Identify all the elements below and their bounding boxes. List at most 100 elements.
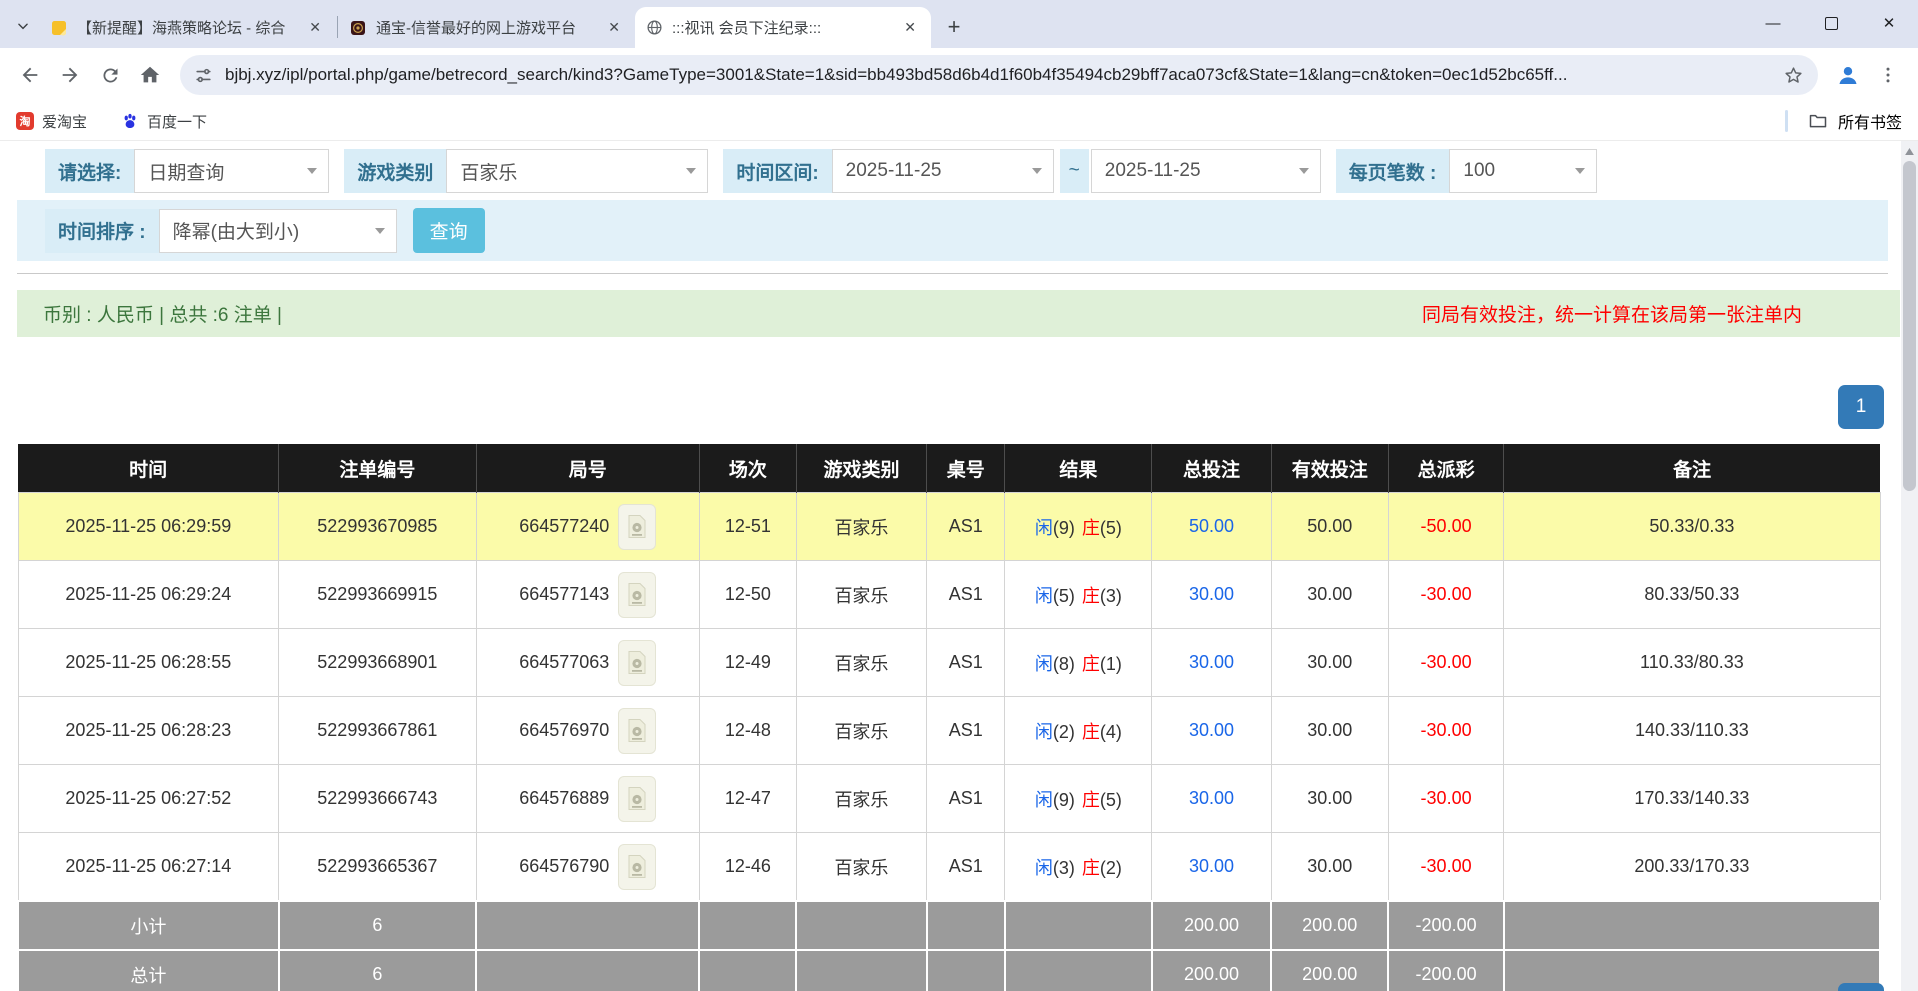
page-1-button[interactable]: 1 <box>1838 385 1884 429</box>
url-text: bjbj.xyz/ipl/portal.php/game/betrecord_s… <box>225 65 1773 85</box>
total-total-bet: 200.00 <box>1152 950 1271 991</box>
scrollbar-thumb[interactable] <box>1903 161 1916 491</box>
tab-tongbao[interactable]: 通宝-信誉最好的网上游戏平台 ✕ <box>339 7 635 48</box>
game-type-cell: 百家乐 <box>796 697 926 765</box>
home-button[interactable] <box>130 55 170 95</box>
subtotal-label: 小计 <box>18 901 279 950</box>
dropdown-arrow-icon <box>307 168 317 174</box>
table-no-cell: AS1 <box>927 561 1005 629</box>
bet-time-cell: 2025-11-25 06:28:55 <box>18 629 279 697</box>
query-type-select[interactable]: 日期查询 <box>134 149 329 193</box>
round-id-value: 664576790 <box>519 856 609 877</box>
tab-close-icon[interactable]: ✕ <box>603 18 625 37</box>
search-button[interactable]: 查询 <box>413 208 485 253</box>
currency-summary: 币别 : 人民币 | 总共 :6 注单 | <box>43 300 282 327</box>
all-bookmarks[interactable]: 所有书签 <box>1785 109 1902 133</box>
col-table-no: 桌号 <box>927 444 1005 493</box>
result-cell: 闲(9)庄(5) <box>1005 493 1152 561</box>
reload-button[interactable] <box>90 55 130 95</box>
per-page-value: 100 <box>1463 160 1495 182</box>
address-bar[interactable]: bjbj.xyz/ipl/portal.php/game/betrecord_s… <box>180 55 1818 95</box>
bookmark-taobao[interactable]: 淘 爱淘宝 <box>16 111 87 132</box>
bookmark-baidu[interactable]: 百度一下 <box>121 111 207 132</box>
table-row: 2025-11-25 06:28:23 522993667861 6645769… <box>18 697 1880 765</box>
forward-button[interactable] <box>50 55 90 95</box>
bet-time-cell: 2025-11-25 06:29:59 <box>18 493 279 561</box>
toolbar-right <box>1828 55 1908 95</box>
video-replay-icon[interactable] <box>618 776 656 822</box>
sort-group: 时间排序 : 降幂(由大到小) <box>45 209 397 253</box>
video-replay-icon[interactable] <box>618 708 656 754</box>
subtotal-valid-bet: 200.00 <box>1271 901 1388 950</box>
round-id-cell: 664577143 <box>476 561 699 629</box>
tab-title: :::视讯 会员下注纪录::: <box>672 17 890 38</box>
tab-forum[interactable]: 【新提醒】海燕策略论坛 - 综合 ✕ <box>40 7 336 48</box>
session-cell: 12-46 <box>699 833 796 902</box>
result-player: 闲 <box>1035 858 1053 878</box>
date-to-select[interactable]: 2025-11-25 <box>1091 149 1321 193</box>
valid-bet-cell: 30.00 <box>1271 629 1388 697</box>
tab-search-button[interactable] <box>6 6 40 46</box>
bet-id-cell: 522993667861 <box>279 697 476 765</box>
date-range-tilde: ~ <box>1060 149 1089 193</box>
maximize-button[interactable] <box>1802 0 1860 46</box>
total-bet-cell: 30.00 <box>1152 765 1271 833</box>
minimize-button[interactable]: — <box>1744 0 1802 46</box>
result-banker-score: (4) <box>1100 722 1122 742</box>
result-player: 闲 <box>1035 790 1053 810</box>
tab-title: 【新提醒】海燕策略论坛 - 综合 <box>77 17 295 38</box>
total-row: 总计 6 200.00 200.00 -200.00 <box>18 950 1880 991</box>
col-time: 时间 <box>18 444 279 493</box>
bookmarks-bar: 淘 爱淘宝 百度一下 所有书签 <box>0 102 1918 141</box>
col-valid-bet: 有效投注 <box>1271 444 1388 493</box>
scrollbar-up-arrow-icon[interactable] <box>1901 144 1918 158</box>
game-type-group: 游戏类别 百家乐 <box>344 149 708 193</box>
remark-cell: 80.33/50.33 <box>1504 561 1880 629</box>
result-cell: 闲(2)庄(4) <box>1005 697 1152 765</box>
game-type-value: 百家乐 <box>460 158 517 185</box>
bookmark-star-icon[interactable] <box>1783 65 1804 86</box>
back-button[interactable] <box>10 55 50 95</box>
round-id-value: 664577063 <box>519 652 609 673</box>
close-window-button[interactable]: ✕ <box>1860 0 1918 46</box>
query-type-group: 请选择: 日期查询 <box>45 149 329 193</box>
round-id-value: 664576889 <box>519 788 609 809</box>
tab-close-icon[interactable]: ✕ <box>899 18 921 37</box>
browser-menu-button[interactable] <box>1868 55 1908 95</box>
sort-label: 时间排序 : <box>45 209 159 253</box>
video-replay-icon[interactable] <box>618 572 656 618</box>
bet-table-body: 2025-11-25 06:29:59 522993670985 6645772… <box>18 493 1880 902</box>
profile-avatar[interactable] <box>1828 55 1868 95</box>
tab-close-icon[interactable]: ✕ <box>304 18 326 37</box>
round-id-cell: 664576790 <box>476 833 699 902</box>
video-replay-icon[interactable] <box>618 640 656 686</box>
tab-bet-records-active[interactable]: :::视讯 会员下注纪录::: ✕ <box>635 7 931 48</box>
globe-favicon-icon <box>645 19 663 37</box>
valid-bet-cell: 50.00 <box>1271 493 1388 561</box>
video-replay-icon[interactable] <box>618 504 656 550</box>
col-bet-id: 注单编号 <box>279 444 476 493</box>
notice-text: 同局有效投注，统一计算在该局第一张注单内 <box>1422 300 1882 327</box>
game-type-select[interactable]: 百家乐 <box>446 149 708 193</box>
result-player-score: (2) <box>1053 722 1075 742</box>
vertical-scrollbar[interactable] <box>1901 141 1918 991</box>
round-id-value: 664576970 <box>519 720 609 741</box>
per-page-select[interactable]: 100 <box>1449 149 1597 193</box>
round-id-cell: 664576889 <box>476 765 699 833</box>
payout-cell: -30.00 <box>1388 833 1503 902</box>
total-bet-cell: 50.00 <box>1152 493 1271 561</box>
page-content: 请选择: 日期查询 游戏类别 百家乐 时间区间: 20 <box>0 141 1918 991</box>
bet-id-cell: 522993669915 <box>279 561 476 629</box>
result-banker: 庄 <box>1082 790 1100 810</box>
col-game-type: 游戏类别 <box>796 444 926 493</box>
video-replay-icon[interactable] <box>618 844 656 890</box>
table-row: 2025-11-25 06:29:59 522993670985 6645772… <box>18 493 1880 561</box>
total-bet-cell: 30.00 <box>1152 561 1271 629</box>
date-from-select[interactable]: 2025-11-25 <box>832 149 1054 193</box>
bookmarks-divider <box>1785 110 1788 132</box>
new-tab-button[interactable]: + <box>939 12 969 42</box>
result-banker-score: (3) <box>1100 586 1122 606</box>
table-header: 时间 注单编号 局号 场次 游戏类别 桌号 结果 总投注 有效投注 总派彩 备注 <box>18 444 1880 493</box>
sort-select[interactable]: 降幂(由大到小) <box>159 209 397 253</box>
site-settings-icon[interactable] <box>194 66 213 85</box>
